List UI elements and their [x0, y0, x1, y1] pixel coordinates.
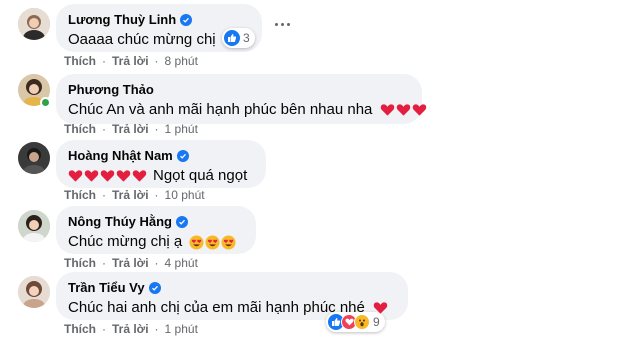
reaction-icons: [328, 314, 370, 330]
red-heart-icon: [84, 170, 99, 182]
comment-text-content: Chúc An và anh mãi hạnh phúc bên nhau nh…: [68, 101, 373, 118]
comment-item: Lương Thuỳ Linh Oaaaa chúc mừng chị 3 Th…: [18, 0, 618, 68]
wow-reaction-icon: [354, 314, 370, 330]
comment-item: Hoàng Nhật Nam Ngọt quá ngọt Thích · Trả …: [18, 140, 618, 204]
online-status-dot: [40, 97, 51, 108]
comment-text: Ngọt quá ngọt: [68, 166, 254, 186]
separator: ·: [102, 54, 106, 68]
red-heart-icon: [100, 170, 115, 182]
commenter-name-text[interactable]: Nông Thúy Hằng: [68, 213, 172, 230]
commenter-name[interactable]: Hoàng Nhật Nam: [68, 147, 254, 164]
comment-actions: Thích · Trả lời · 8 phút: [64, 54, 198, 68]
like-link[interactable]: Thích: [64, 256, 96, 270]
comment-bubble: Phương Thảo Chúc An và anh mãi hạnh phúc…: [56, 74, 427, 124]
separator: ·: [102, 188, 106, 202]
reaction-count: 9: [373, 315, 380, 329]
separator: ·: [154, 256, 159, 270]
comment-item: Phương Thảo Chúc An và anh mãi hạnh phúc…: [18, 70, 618, 136]
comment-actions: Thích · Trả lời · 1 phút: [64, 122, 198, 136]
verified-badge-icon: [176, 215, 188, 228]
red-heart-icon: [397, 104, 411, 116]
avatar[interactable]: [18, 142, 50, 174]
comment-text-content: Oaaaa chúc mừng chị: [68, 31, 216, 48]
like-link[interactable]: Thích: [64, 54, 96, 68]
reaction-summary[interactable]: 9: [326, 312, 385, 332]
comment-actions: Thích · Trả lời · 10 phút: [64, 188, 205, 202]
heart-eyes-icon: [189, 234, 204, 250]
separator: ·: [102, 322, 106, 336]
like-link[interactable]: Thích: [64, 188, 96, 202]
verified-badge-icon: [180, 13, 193, 26]
comment-bubble: Hoàng Nhật Nam Ngọt quá ngọt: [56, 140, 266, 188]
like-reaction-icon: [224, 30, 240, 46]
timestamp[interactable]: 8 phút: [165, 54, 198, 68]
reply-link[interactable]: Trả lời: [112, 188, 149, 202]
commenter-name-text[interactable]: Hoàng Nhật Nam: [68, 147, 173, 164]
red-heart-icon: [413, 104, 427, 116]
comment-text: Chúc mừng chị ạ: [68, 232, 244, 252]
red-heart-icon: [68, 170, 83, 182]
separator: ·: [102, 256, 106, 270]
red-heart-icon: [381, 104, 395, 116]
emoji-row: [189, 234, 236, 250]
avatar[interactable]: [18, 74, 51, 108]
separator: ·: [154, 54, 159, 68]
comment-text-content: Chúc hai anh chị của em mãi hạnh phúc nh…: [68, 299, 365, 316]
reaction-summary[interactable]: 3: [222, 28, 255, 48]
separator: ·: [154, 188, 159, 202]
commenter-name-text[interactable]: Phương Thảo: [68, 81, 154, 98]
more-options-button[interactable]: [272, 14, 292, 34]
like-link[interactable]: Thích: [64, 322, 96, 336]
reply-link[interactable]: Trả lời: [112, 122, 149, 136]
commenter-name-text[interactable]: Trần Tiểu Vy: [68, 279, 145, 296]
reply-link[interactable]: Trả lời: [112, 54, 149, 68]
timestamp[interactable]: 10 phút: [165, 188, 205, 202]
heart-eyes-icon: [205, 234, 220, 250]
commenter-name[interactable]: Phương Thảo: [68, 81, 410, 98]
comment-text-content: Ngọt quá ngọt: [153, 167, 248, 184]
comment-actions: Thích · Trả lời · 4 phút: [64, 256, 198, 270]
avatar[interactable]: [18, 276, 50, 308]
reaction-count: 3: [243, 31, 250, 45]
emoji-row: [68, 169, 147, 183]
timestamp[interactable]: 4 phút: [165, 256, 198, 270]
like-link[interactable]: Thích: [64, 122, 96, 136]
verified-badge-icon: [148, 281, 161, 294]
heart-eyes-icon: [221, 234, 236, 250]
emoji-row: [380, 103, 427, 117]
verified-badge-icon: [176, 149, 189, 162]
red-heart-icon: [132, 170, 147, 182]
separator: ·: [154, 322, 159, 336]
comment-actions: Thích · Trả lời · 1 phút: [64, 322, 198, 336]
commenter-name-text[interactable]: Lương Thuỳ Linh: [68, 11, 176, 28]
comment-text-content: Chúc mừng chị ạ: [68, 233, 183, 250]
reply-link[interactable]: Trả lời: [112, 256, 149, 270]
separator: ·: [154, 122, 159, 136]
red-heart-icon: [116, 170, 131, 182]
timestamp[interactable]: 1 phút: [165, 122, 198, 136]
comment-text: Chúc An và anh mãi hạnh phúc bên nhau nh…: [68, 100, 427, 120]
reply-link[interactable]: Trả lời: [112, 322, 149, 336]
avatar[interactable]: [18, 8, 50, 40]
avatar[interactable]: [18, 210, 50, 242]
comment-item: Trần Tiểu Vy Chúc hai anh chị của em mãi…: [18, 272, 618, 342]
commenter-name[interactable]: Nông Thúy Hằng: [68, 213, 244, 230]
commenter-name[interactable]: Lương Thuỳ Linh: [68, 11, 250, 28]
comment-item: Nông Thúy Hằng Chúc mừng chị ạ Thích · Tr…: [18, 206, 618, 270]
comment-bubble: Nông Thúy Hằng Chúc mừng chị ạ: [56, 206, 256, 254]
timestamp[interactable]: 1 phút: [165, 322, 198, 336]
commenter-name[interactable]: Trần Tiểu Vy: [68, 279, 396, 296]
separator: ·: [102, 122, 106, 136]
